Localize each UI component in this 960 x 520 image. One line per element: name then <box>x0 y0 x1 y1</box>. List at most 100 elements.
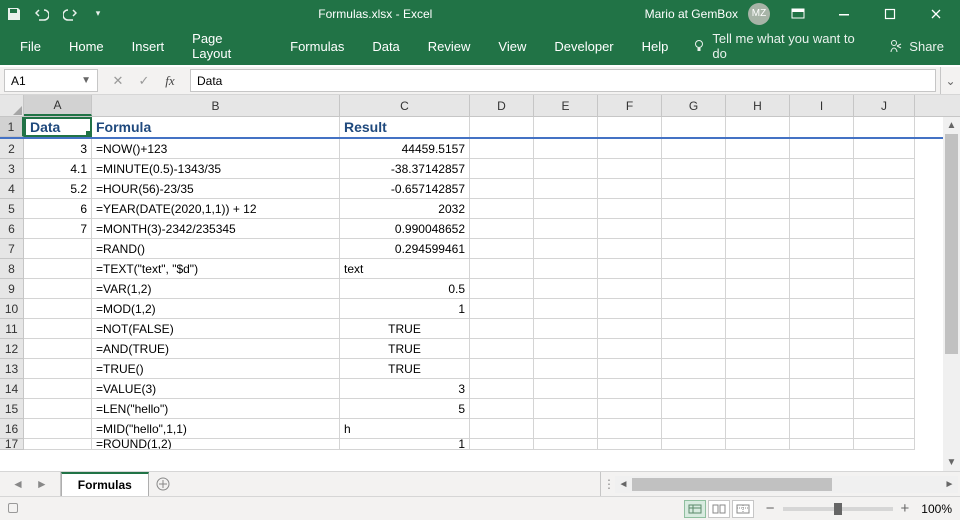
cell[interactable] <box>598 399 662 419</box>
cell[interactable] <box>662 259 726 279</box>
cell[interactable]: =AND(TRUE) <box>92 339 340 359</box>
cell[interactable]: =VALUE(3) <box>92 379 340 399</box>
column-header-A[interactable]: A <box>24 95 92 116</box>
vertical-scrollbar[interactable]: ▲ ▼ <box>943 117 960 471</box>
row-header[interactable]: 8 <box>0 259 24 279</box>
cell[interactable]: Formula <box>92 117 340 137</box>
row-header[interactable]: 1 <box>0 117 24 137</box>
cell[interactable]: 7 <box>24 219 92 239</box>
cell[interactable] <box>854 419 915 439</box>
minimize-button[interactable] <box>826 0 862 27</box>
cell[interactable] <box>534 339 598 359</box>
cell[interactable]: 2032 <box>340 199 470 219</box>
cell[interactable] <box>726 339 790 359</box>
zoom-slider[interactable] <box>783 507 893 511</box>
cell[interactable] <box>24 319 92 339</box>
cell[interactable] <box>470 419 534 439</box>
view-normal-button[interactable] <box>684 500 706 518</box>
tab-view[interactable]: View <box>486 31 538 62</box>
row-header[interactable]: 4 <box>0 179 24 199</box>
column-header-D[interactable]: D <box>470 95 534 116</box>
horizontal-scrollbar[interactable]: ⋮ ◄ ► <box>600 472 960 496</box>
cell[interactable] <box>598 359 662 379</box>
cell[interactable] <box>662 279 726 299</box>
cell[interactable]: =MINUTE(0.5)-1343/35 <box>92 159 340 179</box>
cell[interactable] <box>726 139 790 159</box>
cell[interactable] <box>470 117 534 137</box>
cell[interactable] <box>662 159 726 179</box>
cell[interactable] <box>24 239 92 259</box>
scroll-thumb[interactable] <box>632 478 832 491</box>
cell[interactable] <box>598 339 662 359</box>
cell[interactable] <box>726 359 790 379</box>
cell[interactable]: 44459.5157 <box>340 139 470 159</box>
zoom-level[interactable]: 100% <box>921 502 952 516</box>
cell[interactable] <box>24 419 92 439</box>
cell[interactable] <box>662 299 726 319</box>
chevron-down-icon[interactable]: ▼ <box>81 75 91 86</box>
select-all-button[interactable] <box>0 95 24 116</box>
cell[interactable] <box>662 359 726 379</box>
cell[interactable] <box>470 259 534 279</box>
tab-formulas[interactable]: Formulas <box>278 31 356 62</box>
cell[interactable]: =TEXT("text", "$d") <box>92 259 340 279</box>
cell[interactable]: =MONTH(3)-2342/235345 <box>92 219 340 239</box>
row-header[interactable]: 6 <box>0 219 24 239</box>
cell[interactable] <box>662 239 726 259</box>
cell[interactable] <box>790 219 854 239</box>
cell[interactable] <box>24 399 92 419</box>
cell[interactable] <box>598 259 662 279</box>
cell[interactable] <box>790 419 854 439</box>
cell[interactable] <box>534 359 598 379</box>
column-header-C[interactable]: C <box>340 95 470 116</box>
cell[interactable] <box>790 279 854 299</box>
cell[interactable] <box>534 379 598 399</box>
cell[interactable]: =MID("hello",1,1) <box>92 419 340 439</box>
column-header-G[interactable]: G <box>662 95 726 116</box>
column-header-E[interactable]: E <box>534 95 598 116</box>
cell[interactable] <box>662 319 726 339</box>
cell[interactable] <box>534 139 598 159</box>
share-button[interactable]: Share <box>881 33 952 60</box>
cell[interactable]: 3 <box>24 139 92 159</box>
cell[interactable] <box>726 399 790 419</box>
cell[interactable]: 5 <box>340 399 470 419</box>
cell[interactable] <box>598 239 662 259</box>
row-header[interactable]: 5 <box>0 199 24 219</box>
cell[interactable] <box>790 199 854 219</box>
cell[interactable] <box>790 239 854 259</box>
scroll-track[interactable] <box>943 134 960 454</box>
cell[interactable] <box>470 279 534 299</box>
cell[interactable]: -38.37142857 <box>340 159 470 179</box>
cell[interactable] <box>598 159 662 179</box>
cell[interactable] <box>790 299 854 319</box>
row-header[interactable]: 15 <box>0 399 24 419</box>
cell[interactable] <box>598 117 662 137</box>
zoom-in-button[interactable]: + <box>901 500 910 517</box>
cell[interactable] <box>854 299 915 319</box>
view-page-layout-button[interactable] <box>708 500 730 518</box>
row-header[interactable]: 14 <box>0 379 24 399</box>
cell[interactable] <box>726 199 790 219</box>
cell[interactable] <box>24 279 92 299</box>
cell[interactable] <box>854 439 915 450</box>
cell[interactable]: 5.2 <box>24 179 92 199</box>
row-header[interactable]: 12 <box>0 339 24 359</box>
row-header[interactable]: 17 <box>0 439 24 450</box>
cell[interactable] <box>854 359 915 379</box>
cell[interactable] <box>598 179 662 199</box>
cell[interactable] <box>598 139 662 159</box>
cell[interactable] <box>854 159 915 179</box>
avatar[interactable]: MZ <box>748 3 770 25</box>
cell[interactable] <box>662 439 726 450</box>
cell[interactable] <box>534 259 598 279</box>
cell[interactable] <box>662 379 726 399</box>
cell[interactable] <box>854 139 915 159</box>
view-page-break-button[interactable] <box>732 500 754 518</box>
cell[interactable] <box>24 379 92 399</box>
cell[interactable] <box>854 117 915 137</box>
add-sheet-button[interactable] <box>149 472 177 496</box>
scroll-down-icon[interactable]: ▼ <box>943 454 960 471</box>
scroll-left-icon[interactable]: ◄ <box>615 479 632 490</box>
undo-icon[interactable] <box>34 6 50 22</box>
